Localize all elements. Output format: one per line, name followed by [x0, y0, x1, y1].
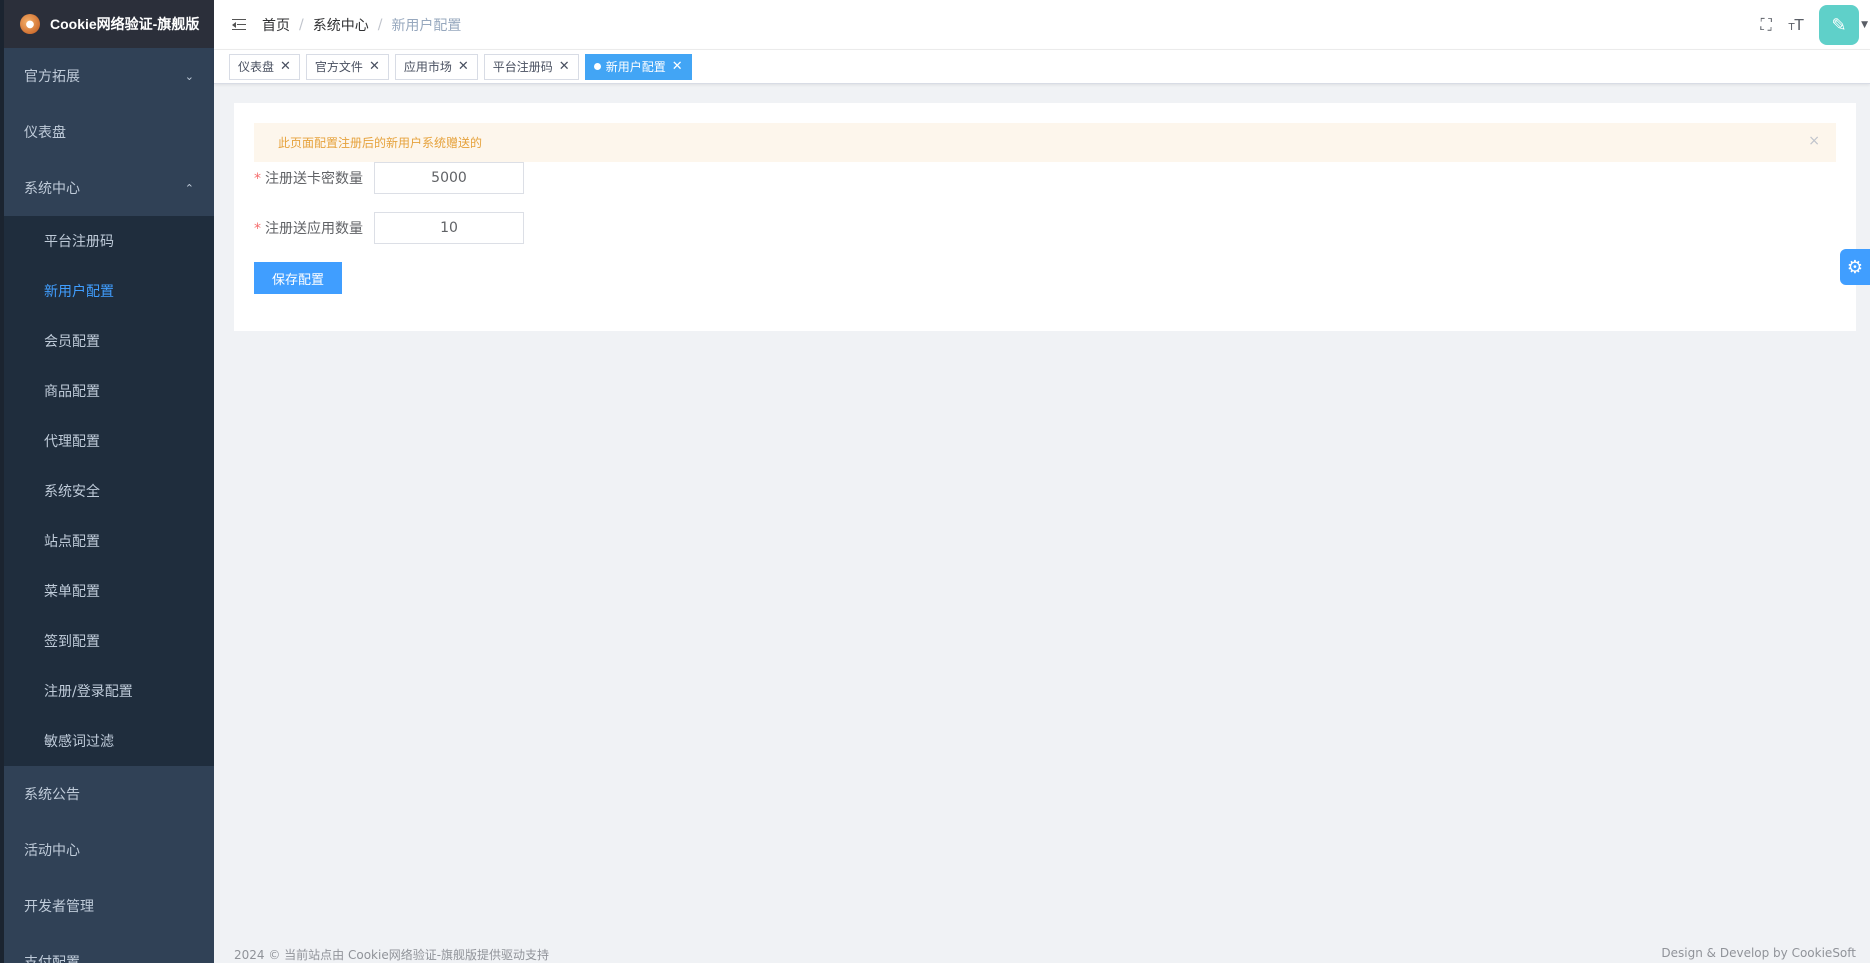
sidebar-item-label: 开发者管理 — [24, 899, 94, 915]
header-actions: ⛶ TT ✎ ▼ — [1751, 0, 1870, 50]
sidebar-item-label: 商品配置 — [44, 384, 100, 400]
chevron-down-icon: ⌄ — [184, 955, 194, 963]
sidebar-item-product-config[interactable]: 商品配置 — [4, 366, 214, 416]
app-count-input[interactable] — [374, 212, 524, 244]
tag-label: 官方文件 — [314, 60, 363, 74]
footer-right: Design & Develop by CookieSoft — [1661, 946, 1856, 960]
sidebar-item-label: 注册/登录配置 — [44, 684, 133, 700]
breadcrumb: 首页 / 系统中心 / 新用户配置 — [262, 15, 461, 35]
sidebar-item-label: 代理配置 — [44, 434, 100, 450]
breadcrumb-home[interactable]: 首页 — [262, 15, 290, 35]
breadcrumb-current: 新用户配置 — [391, 17, 462, 34]
sidebar-item-agent-config[interactable]: 代理配置 — [4, 416, 214, 466]
card-count-label-text: 注册送卡密数量 — [265, 171, 363, 187]
required-mark: * — [254, 171, 261, 187]
fullscreen-icon[interactable]: ⛶ — [1751, 15, 1781, 35]
gear-icon[interactable]: ⚙ — [1840, 249, 1870, 285]
sidebar-item-label: 支付配置 — [24, 955, 80, 963]
sidebar-item-label: 仪表盘 — [24, 125, 66, 141]
close-icon[interactable]: ✕ — [369, 59, 380, 74]
logo-icon: ● — [20, 14, 40, 34]
footer-left: 2024 © 当前站点由 Cookie网络验证-旗舰版提供驱动支持 — [234, 948, 550, 962]
close-icon[interactable]: ✕ — [672, 59, 683, 74]
sidebar-item-system-center[interactable]: 系统中心 ⌃ — [4, 160, 214, 216]
sidebar-item-label: 站点配置 — [44, 534, 100, 550]
sidebar-item-label: 菜单配置 — [44, 584, 100, 600]
close-icon[interactable]: ✕ — [280, 59, 291, 74]
tag-label: 应用市场 — [403, 60, 452, 74]
sidebar-item-label: 系统安全 — [44, 484, 100, 500]
sidebar-item-label: 活动中心 — [24, 843, 80, 859]
config-card: 此页面配置注册后的新用户系统赠送的 × *注册送卡密数量 *注册送应用数量 保存… — [234, 103, 1856, 331]
form-row-card-count: * 注册送卡密数量 — [254, 162, 524, 194]
font-size-icon[interactable]: TT — [1781, 16, 1811, 34]
breadcrumb-separator: / — [299, 16, 304, 33]
tag-official-files[interactable]: 官方文件 ✕ — [305, 53, 389, 80]
sidebar-item-developer[interactable]: 开发者管理 — [4, 878, 214, 934]
sidebar-item-checkin-config[interactable]: 签到配置 — [4, 616, 214, 666]
tag-label: 仪表盘 — [238, 60, 275, 74]
caret-down-icon[interactable]: ▼ — [1861, 20, 1868, 30]
sidebar-item-system-security[interactable]: 系统安全 — [4, 466, 214, 516]
sidebar-item-sensitive-words[interactable]: 敏感词过滤 — [4, 716, 214, 766]
sidebar-item-label: 新用户配置 — [44, 284, 114, 300]
sidebar-item-menu-config[interactable]: 菜单配置 — [4, 566, 214, 616]
avatar[interactable]: ✎ — [1819, 5, 1860, 45]
close-icon[interactable]: ✕ — [458, 59, 469, 74]
sidebar-item-label: 签到配置 — [44, 634, 100, 650]
sidebar-item-platform-code[interactable]: 平台注册码 — [4, 216, 214, 266]
sidebar-item-member-config[interactable]: 会员配置 — [4, 316, 214, 366]
app-count-label-text: 注册送应用数量 — [265, 221, 363, 237]
sidebar-item-activity-center[interactable]: 活动中心 — [4, 822, 214, 878]
card-count-input[interactable] — [374, 162, 524, 194]
sidebar-item-site-config[interactable]: 站点配置 — [4, 516, 214, 566]
tag-platform-code[interactable]: 平台注册码 ✕ — [483, 53, 579, 80]
chevron-up-icon: ⌃ — [184, 181, 194, 195]
info-alert: 此页面配置注册后的新用户系统赠送的 × — [254, 123, 1836, 162]
card-count-label: * 注册送卡密数量 — [254, 168, 374, 188]
sidebar-item-label: 系统公告 — [24, 787, 80, 803]
breadcrumb-separator: / — [377, 16, 383, 33]
breadcrumb-section[interactable]: 系统中心 — [313, 15, 369, 35]
navbar: 首页 / 系统中心 / 新用户配置 ⛶ TT ✎ ▼ — [214, 0, 1870, 50]
footer: 2024 © 当前站点由 Cookie网络验证-旗舰版提供驱动支持 Design… — [234, 946, 1856, 963]
tag-dashboard[interactable]: 仪表盘 ✕ — [229, 53, 300, 80]
sidebar-item-label: 敏感词过滤 — [44, 734, 114, 750]
sidebar-item-announcements[interactable]: 系统公告 — [4, 766, 214, 822]
close-icon[interactable]: × — [1808, 133, 1820, 149]
save-button[interactable]: 保存配置 — [254, 262, 342, 294]
tag-app-market[interactable]: 应用市场 ✕ — [394, 53, 478, 80]
sidebar: ● Cookie网络验证-旗舰版 官方拓展 ⌄ 仪表盘 系统中心 ⌃ 平台注册码… — [0, 0, 214, 963]
hamburger-icon[interactable] — [232, 18, 248, 32]
logo[interactable]: ● Cookie网络验证-旗舰版 — [4, 0, 214, 48]
sidebar-item-label: 系统中心 — [24, 181, 80, 197]
sidebar-item-label: 官方拓展 — [24, 69, 80, 85]
sidebar-item-extensions[interactable]: 官方拓展 ⌄ — [4, 48, 214, 104]
app-count-label: * 注册送应用数量 — [254, 218, 374, 238]
tag-label: 平台注册码 — [492, 60, 553, 74]
submenu-system-center: 平台注册码 新用户配置 会员配置 商品配置 代理配置 系统安全 站点配置 菜单配… — [4, 216, 214, 766]
sidebar-item-payment-config[interactable]: 支付配置 ⌄ — [4, 934, 214, 963]
sidebar-item-label: 平台注册码 — [44, 234, 114, 250]
app-title: Cookie网络验证-旗舰版 — [50, 16, 200, 32]
alert-text: 此页面配置注册后的新用户系统赠送的 — [278, 136, 483, 150]
form-row-app-count: * 注册送应用数量 — [254, 212, 524, 244]
chevron-down-icon: ⌄ — [184, 69, 194, 83]
tag-label: 新用户配置 — [605, 60, 666, 74]
close-icon[interactable]: ✕ — [559, 59, 570, 74]
active-dot-icon — [593, 63, 601, 70]
tag-new-user-config[interactable]: 新用户配置 ✕ — [584, 53, 692, 80]
tags-view: 仪表盘 ✕ 官方文件 ✕ 应用市场 ✕ 平台注册码 ✕ 新用户配置 ✕ — [214, 50, 1870, 84]
required-mark: * — [254, 221, 261, 237]
sidebar-item-register-login-config[interactable]: 注册/登录配置 — [4, 666, 214, 716]
sidebar-item-new-user-config[interactable]: 新用户配置 — [4, 266, 214, 316]
sidebar-item-dashboard[interactable]: 仪表盘 — [4, 104, 214, 160]
sidebar-item-label: 会员配置 — [44, 334, 100, 350]
